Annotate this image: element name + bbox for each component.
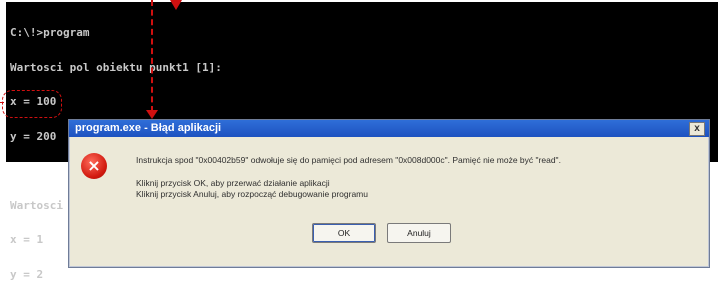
console-line: Wartosci pol obiektu punkt1 [1]:	[10, 60, 222, 74]
error-icon: ×	[81, 153, 107, 179]
annotation-arrow-down	[146, 110, 158, 119]
close-button[interactable]: x	[689, 122, 705, 136]
console-line: y = 2	[10, 267, 44, 281]
annotation-arrow-top	[170, 0, 182, 10]
cancel-button[interactable]: Anuluj	[387, 223, 451, 243]
hint-cancel-text: Kliknij przycisk Anuluj, aby rozpocząć d…	[136, 189, 368, 199]
error-message: Instrukcja spod "0x00402b59" odwołuje si…	[136, 155, 561, 165]
dialog-title: program.exe - Błąd aplikacji	[75, 122, 222, 134]
annotation-leader-line	[151, 0, 153, 112]
error-icon-glyph: ×	[87, 156, 101, 175]
ok-button[interactable]: OK	[312, 223, 376, 243]
console-line: C:\!>program	[10, 26, 90, 39]
annotation-highlight-box	[2, 90, 62, 118]
hint-ok-text: Kliknij przycisk OK, aby przerwać działa…	[136, 178, 330, 188]
error-dialog: program.exe - Błąd aplikacji x × Instruk…	[68, 119, 710, 268]
dialog-titlebar[interactable]: program.exe - Błąd aplikacji x	[69, 120, 709, 137]
